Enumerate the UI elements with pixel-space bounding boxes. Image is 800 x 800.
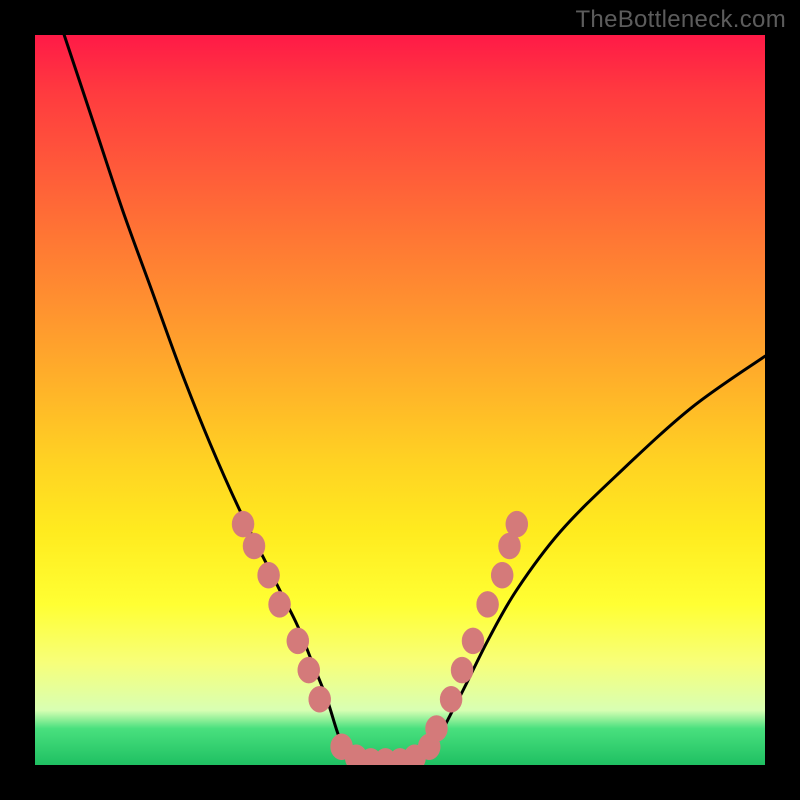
chart-svg (35, 35, 765, 765)
curve-marker (232, 511, 254, 537)
curve-marker (440, 686, 462, 712)
attribution-text: TheBottleneck.com (575, 6, 786, 34)
chart-frame: TheBottleneck.com (0, 0, 800, 800)
curve-marker (506, 511, 528, 537)
curve-marker (269, 591, 291, 617)
curve-marker (451, 657, 473, 683)
curve-marker (258, 562, 280, 588)
plot-area (35, 35, 765, 765)
marker-group (232, 511, 528, 765)
curve-marker (298, 657, 320, 683)
curve-marker (287, 628, 309, 654)
curve-marker (491, 562, 513, 588)
curve-marker (477, 591, 499, 617)
curve-marker (309, 686, 331, 712)
curve-marker (243, 533, 265, 559)
bottleneck-curve (64, 35, 765, 765)
curve-marker (462, 628, 484, 654)
curve-marker (426, 716, 448, 742)
